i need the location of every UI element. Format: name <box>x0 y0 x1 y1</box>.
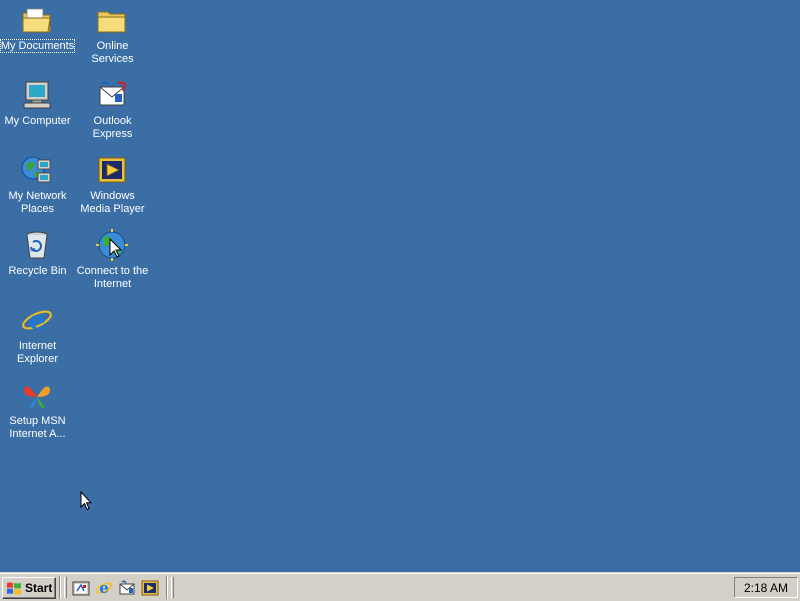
desktop-icon-label: Windows Media Player <box>80 190 145 215</box>
desktop-icon-label: Online Services <box>91 40 134 65</box>
internet-explorer-icon: e <box>21 304 53 336</box>
computer-icon <box>21 79 53 111</box>
show-desktop-icon <box>72 581 90 596</box>
desktop[interactable]: My Documents My Computer My Network Plac… <box>0 0 800 572</box>
desktop-icon-outlook-express[interactable]: Outlook Express <box>75 78 150 148</box>
outlook-express-icon <box>119 580 135 595</box>
desktop-icon-label: My Network Places <box>8 190 67 215</box>
taskbar-separator <box>59 576 61 599</box>
desktop-icon-label: Recycle Bin <box>8 265 67 277</box>
taskbar-buttons-grip[interactable] <box>171 577 174 598</box>
windows-logo-icon <box>7 582 21 595</box>
desktop-icon-setup-msn[interactable]: Setup MSN Internet A... <box>0 378 75 448</box>
quick-launch-internet-explorer[interactable]: e <box>95 579 113 597</box>
my-documents-folder-icon <box>21 4 53 36</box>
desktop-icon-internet-explorer[interactable]: e Internet Explorer <box>0 303 75 373</box>
start-button[interactable]: Start <box>2 577 56 599</box>
desktop-icon-online-services[interactable]: Online Services <box>75 3 150 73</box>
internet-explorer-icon: e <box>95 579 113 597</box>
desktop-icon-my-documents[interactable]: My Documents <box>0 3 76 73</box>
desktop-icon-label: Setup MSN Internet A... <box>9 415 66 440</box>
quick-launch-outlook-express[interactable] <box>118 579 136 597</box>
desktop-icon-my-computer[interactable]: My Computer <box>0 78 75 148</box>
media-player-icon <box>96 154 128 186</box>
msn-butterfly-icon <box>21 379 53 411</box>
start-label: Start <box>25 581 53 595</box>
recycle-bin-icon <box>21 229 53 261</box>
desktop-icon-my-network-places[interactable]: My Network Places <box>0 153 75 223</box>
desktop-icon-label: My Computer <box>4 115 71 127</box>
desktop-icon-label: Internet Explorer <box>17 340 58 365</box>
quick-launch-grip[interactable] <box>64 577 67 598</box>
desktop-icon-connect-to-internet[interactable]: Connect to the Internet <box>75 228 150 298</box>
taskbar: Start e 2:18 AM <box>0 572 800 601</box>
svg-text:e: e <box>99 579 109 597</box>
outlook-express-icon <box>96 79 128 111</box>
taskbar-separator <box>166 576 168 599</box>
desktop-icon-recycle-bin[interactable]: Recycle Bin <box>0 228 75 298</box>
quick-launch-show-desktop[interactable] <box>72 579 90 597</box>
quick-launch-media-player[interactable] <box>141 579 159 597</box>
system-tray-clock[interactable]: 2:18 AM <box>734 577 798 598</box>
desktop-icon-windows-media-player[interactable]: Windows Media Player <box>75 153 150 223</box>
connect-internet-icon <box>96 229 128 261</box>
network-places-icon <box>21 154 53 186</box>
desktop-icon-label: Connect to the Internet <box>76 265 149 290</box>
mouse-pointer-icon <box>80 490 93 511</box>
media-player-icon <box>141 580 159 596</box>
clock-text: 2:18 AM <box>743 580 789 595</box>
folder-icon <box>96 4 128 36</box>
desktop-icon-label: Outlook Express <box>92 115 133 140</box>
svg-text:e: e <box>29 306 46 336</box>
desktop-icon-label: My Documents <box>0 39 76 53</box>
